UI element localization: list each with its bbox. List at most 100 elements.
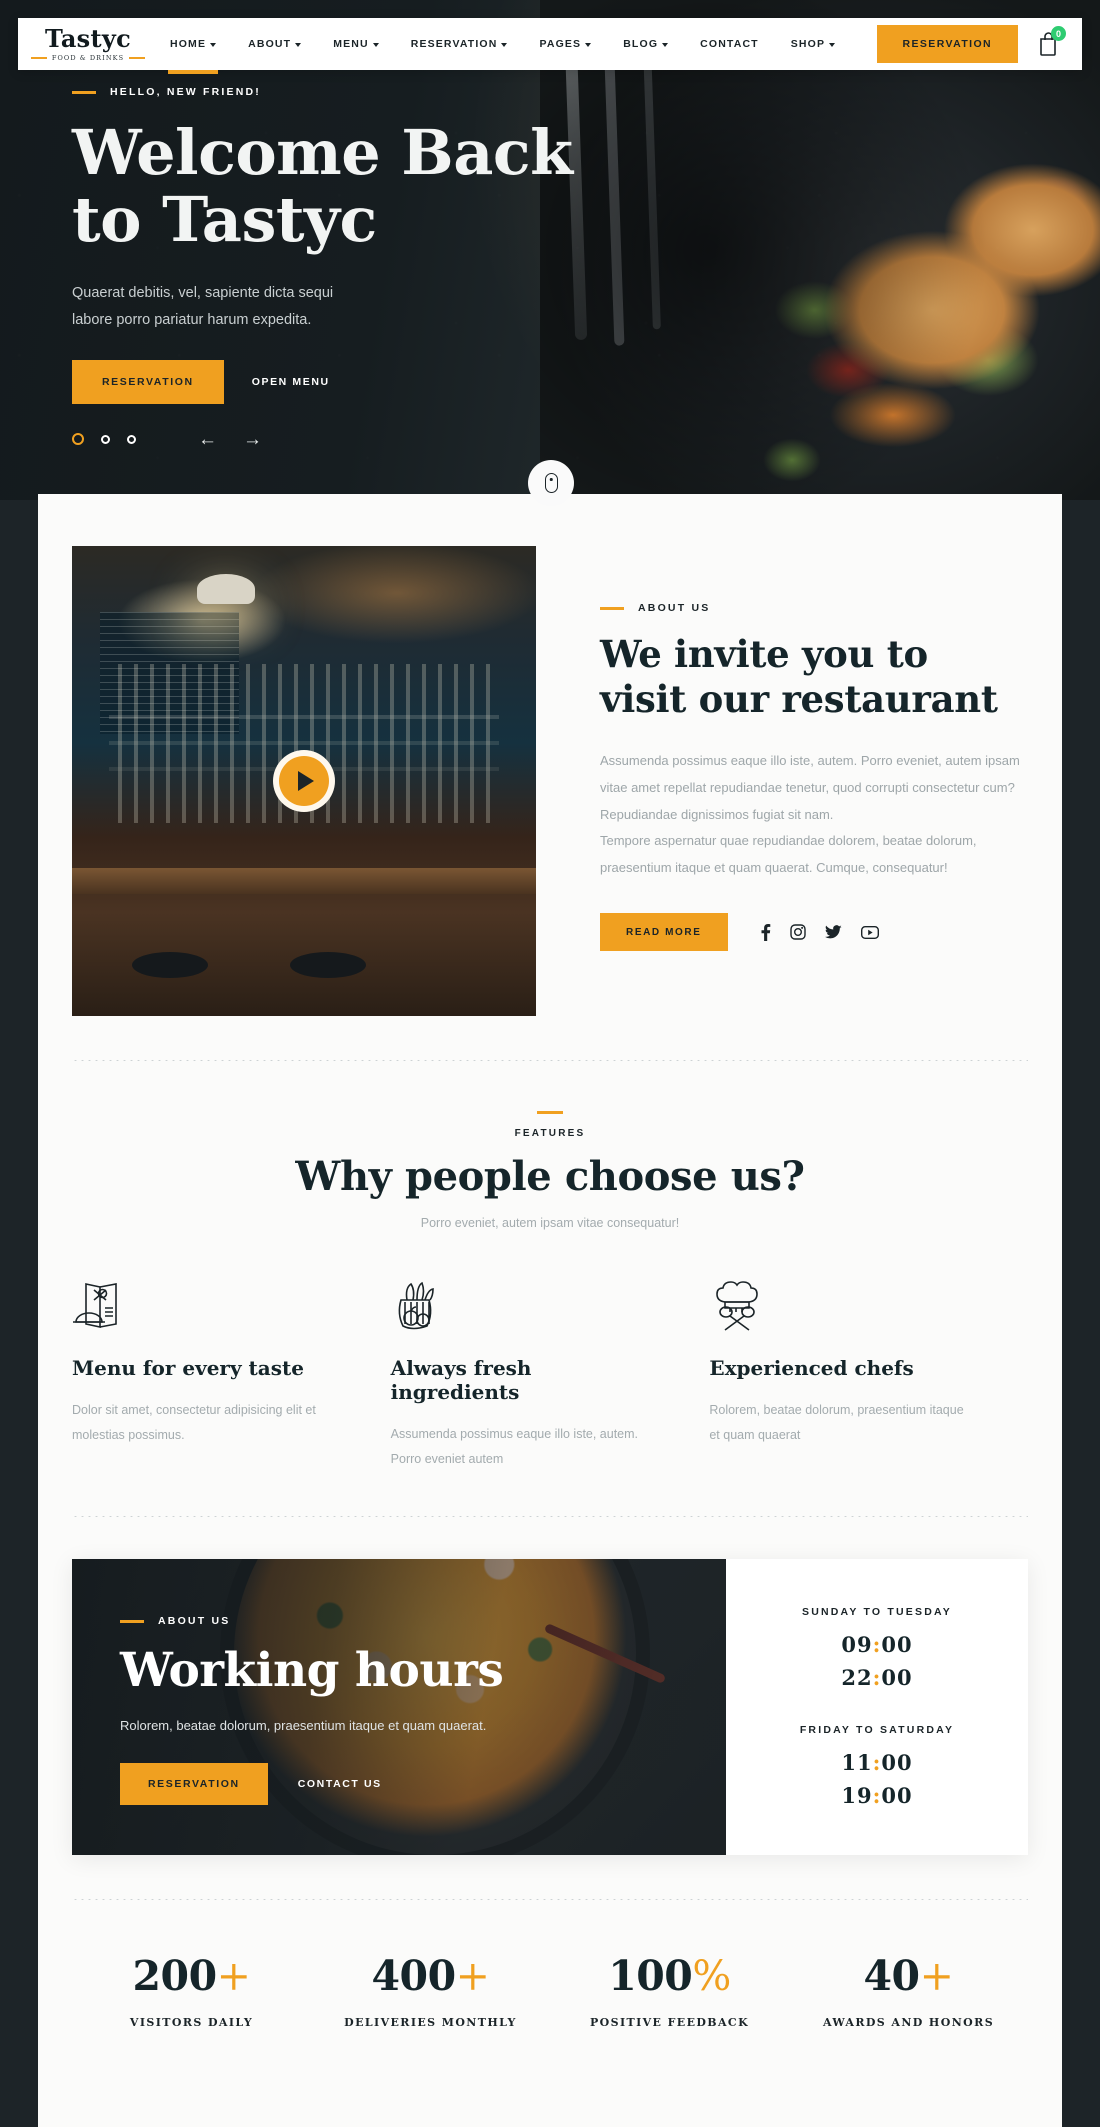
stat-symbol: + — [919, 1952, 954, 2000]
schedule-close-minute-2: 00 — [881, 1783, 913, 1808]
nav-label-contact: CONTACT — [700, 38, 759, 50]
stat-item: 40+ AWARDS AND HONORS — [789, 1952, 1028, 2029]
hero-content: HELLO, NEW FRIEND! Welcome Back to Tasty… — [72, 86, 573, 449]
feature-title: Menu for every taste — [72, 1356, 304, 1380]
brand-name: Tastyc — [44, 23, 132, 53]
stat-label: DELIVERIES MONTHLY — [344, 2016, 517, 2029]
mouse-scroll-icon — [544, 473, 558, 493]
bar-stool-decor — [132, 952, 209, 979]
stat-label: AWARDS AND HONORS — [822, 2016, 995, 2029]
nav-item-menu[interactable]: MENU — [317, 18, 395, 70]
feature-text: Dolor sit amet, consectetur adipisicing … — [72, 1403, 316, 1442]
about-paragraph-1: Assumenda possimus eaque illo iste, aute… — [600, 753, 1020, 822]
stat-item: 400+ DELIVERIES MONTHLY — [311, 1952, 550, 2029]
about-media — [72, 546, 536, 1016]
stats-section: 200+ VISITORS DAILY 400+ DELIVERIES MONT… — [72, 1900, 1028, 2029]
chevron-down-icon — [585, 42, 592, 47]
facebook-icon[interactable] — [760, 923, 771, 941]
features-grid: Menu for every taste Dolor sit amet, con… — [72, 1276, 1028, 1472]
carousel-next-arrow-icon[interactable]: → — [243, 430, 262, 449]
logo-rule-right — [129, 56, 146, 59]
nav-label-blog: BLOG — [623, 38, 659, 50]
schedule-open-minute-1: 00 — [881, 1632, 913, 1657]
carousel-prev-arrow-icon[interactable]: ← — [198, 430, 217, 449]
features-eyebrow: FEATURES — [514, 1128, 586, 1139]
cart-button[interactable]: 0 — [1036, 26, 1066, 59]
schedule-open-2: 11:00 — [841, 1750, 912, 1775]
instagram-icon[interactable] — [789, 924, 806, 941]
stat-label: POSITIVE FEEDBACK — [589, 2016, 750, 2029]
schedule-open-hour-2: 11 — [841, 1750, 873, 1775]
nav-item-about[interactable]: ABOUT — [232, 18, 317, 70]
feature-title: Always fresh ingredients — [390, 1356, 532, 1404]
video-play-button[interactable] — [273, 750, 335, 812]
features-title: Why people choose us? — [295, 1153, 805, 1200]
nav-label-shop: SHOP — [790, 38, 826, 50]
brand-logo[interactable]: Tastyc FOOD & DRINKS — [30, 23, 146, 62]
about-body: ABOUT US We invite you to visit our rest… — [536, 546, 1028, 1016]
schedule-close-2: 19:00 — [841, 1783, 912, 1808]
scroll-down-indicator[interactable] — [528, 460, 574, 506]
nav-label-menu: MENU — [333, 38, 369, 50]
header-reservation-button[interactable]: RESERVATION — [876, 25, 1018, 63]
about-section: ABOUT US We invite you to visit our rest… — [72, 494, 1028, 1016]
youtube-icon[interactable] — [860, 925, 879, 939]
schedule-days-2: FRIDAY TO SATURDAY — [799, 1724, 955, 1736]
nav-item-pages[interactable]: PAGES — [523, 18, 607, 70]
about-paragraph-2: Tempore aspernatur quae repudiandae dolo… — [600, 833, 977, 875]
working-hours-banner: ABOUT US Working hours Rolorem, beatae d… — [72, 1559, 726, 1855]
cart-count-badge: 0 — [1051, 26, 1066, 41]
working-hours-actions: RESERVATION CONTACT US — [120, 1763, 503, 1805]
working-hours-section: ABOUT US Working hours Rolorem, beatae d… — [72, 1559, 1028, 1855]
chevron-down-icon — [501, 42, 508, 47]
nav-label-pages: PAGES — [539, 38, 582, 50]
chevron-down-icon — [662, 42, 669, 47]
carousel-dot-2[interactable] — [101, 434, 110, 444]
working-hours-eyebrow: ABOUT US — [120, 1615, 503, 1627]
hero-eyebrow-label: HELLO, NEW FRIEND! — [110, 86, 262, 98]
twitter-icon[interactable] — [824, 925, 842, 940]
stat-number: 200 — [132, 1952, 218, 2000]
schedule-open-1: 09:00 — [841, 1632, 912, 1657]
contact-us-button[interactable]: CONTACT US — [298, 1778, 382, 1790]
nav-label-home: HOME — [170, 38, 207, 50]
eyebrow-rule — [120, 1619, 144, 1623]
stat-item: 100% POSITIVE FEEDBACK — [550, 1952, 789, 2029]
feature-title: Experienced chefs — [709, 1356, 914, 1380]
menu-card-cloche-icon — [72, 1276, 339, 1334]
stat-value: 100% — [550, 1952, 789, 2000]
chevron-down-icon — [829, 42, 836, 47]
eyebrow-rule — [600, 606, 624, 610]
working-hours-description: Rolorem, beatae dolorum, praesentium ita… — [120, 1718, 487, 1733]
hero-subtitle: Quaerat debitis, vel, sapiente dicta seq… — [72, 284, 334, 328]
nav-item-shop[interactable]: SHOP — [775, 18, 851, 70]
nav-item-home[interactable]: HOME — [154, 18, 232, 74]
landing-page: Tastyc FOOD & DRINKS HOME ABOUT MENU RES… — [0, 0, 1100, 2127]
hero-title: Welcome Back to Tastyc — [72, 119, 573, 256]
pendant-lamp-decor — [197, 574, 256, 605]
schedule-close-hour-2: 19 — [841, 1783, 873, 1808]
about-title: We invite you to visit our restaurant — [600, 632, 1028, 722]
working-hours-reservation-button[interactable]: RESERVATION — [120, 1763, 268, 1805]
main-navigation: HOME ABOUT MENU RESERVATION PAGES BLOG C… — [154, 18, 851, 74]
nav-item-contact[interactable]: CONTACT — [684, 18, 775, 70]
hero-open-menu-button[interactable]: OPEN MENU — [252, 376, 330, 388]
carousel-dot-3[interactable] — [127, 434, 136, 444]
carousel-dot-1[interactable] — [72, 433, 84, 446]
carousel-arrows: ← → — [198, 430, 262, 449]
hero-title-line-1: Welcome Back — [72, 116, 573, 189]
stat-symbol: + — [455, 1952, 490, 2000]
read-more-button[interactable]: READ MORE — [600, 913, 728, 952]
schedule-close-minute-1: 00 — [881, 1665, 913, 1690]
chevron-down-icon — [372, 42, 379, 47]
nav-item-reservation[interactable]: RESERVATION — [395, 18, 524, 70]
stat-symbol: % — [692, 1952, 731, 2000]
social-links — [760, 923, 879, 941]
brand-tagline-row: FOOD & DRINKS — [30, 54, 146, 62]
nav-item-blog[interactable]: BLOG — [607, 18, 684, 70]
feature-card: Always fresh ingredients Assumenda possi… — [391, 1276, 710, 1472]
hero-reservation-button[interactable]: RESERVATION — [72, 359, 224, 404]
stat-number: 400 — [371, 1952, 457, 2000]
chevron-down-icon — [210, 42, 217, 47]
hero-title-line-2: to Tastyc — [72, 182, 377, 256]
